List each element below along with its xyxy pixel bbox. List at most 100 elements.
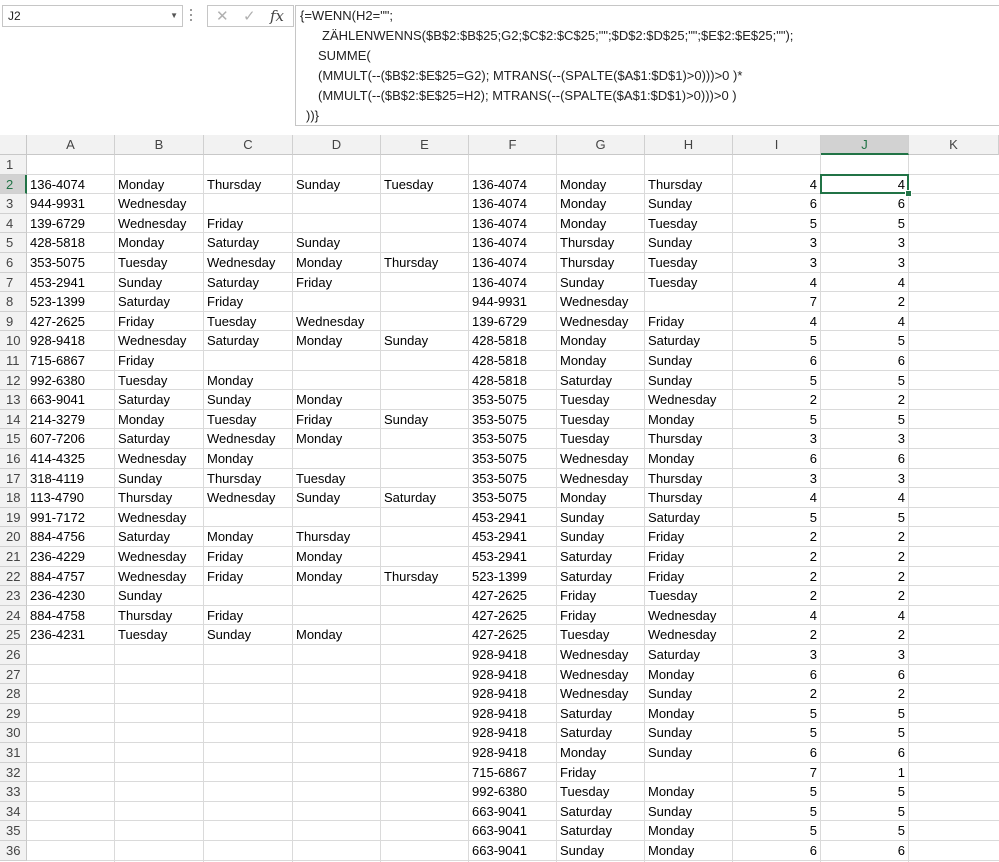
cell-f19[interactable]: 453-2941	[472, 508, 527, 528]
cell-i13[interactable]: 2	[733, 390, 817, 410]
cell-h22[interactable]: Friday	[648, 567, 684, 587]
row-header-13[interactable]: 13	[0, 390, 27, 410]
cell-g28[interactable]: Wednesday	[560, 684, 628, 704]
column-header-i[interactable]: I	[733, 135, 821, 155]
cell-a18[interactable]: 113-4790	[30, 488, 84, 508]
row-header-1[interactable]: 1	[0, 155, 27, 175]
cell-g36[interactable]: Sunday	[560, 841, 604, 861]
column-header-c[interactable]: C	[204, 135, 293, 155]
cell-f26[interactable]: 928-9418	[472, 645, 527, 665]
cell-j35[interactable]: 5	[821, 821, 905, 841]
cell-d21[interactable]: Monday	[296, 547, 342, 567]
cell-i17[interactable]: 3	[733, 469, 817, 489]
cell-d20[interactable]: Thursday	[296, 527, 350, 547]
cell-j32[interactable]: 1	[821, 763, 905, 783]
column-header-e[interactable]: E	[381, 135, 469, 155]
cell-h5[interactable]: Sunday	[648, 233, 692, 253]
cell-j34[interactable]: 5	[821, 802, 905, 822]
cell-j14[interactable]: 5	[821, 410, 905, 430]
row-header-15[interactable]: 15	[0, 429, 27, 449]
cell-e22[interactable]: Thursday	[384, 567, 438, 587]
cell-h19[interactable]: Saturday	[648, 508, 700, 528]
cell-h26[interactable]: Saturday	[648, 645, 700, 665]
cell-b13[interactable]: Saturday	[118, 390, 170, 410]
cell-g3[interactable]: Monday	[560, 194, 606, 214]
row-header-14[interactable]: 14	[0, 409, 27, 430]
cell-f12[interactable]: 428-5818	[472, 371, 527, 391]
formula-input[interactable]: {=WENN(H2=""; ZÄHLENWENNS($B$2:$B$25;G2;…	[295, 5, 999, 126]
cell-c8[interactable]: Friday	[207, 292, 243, 312]
row-header-36[interactable]: 36	[0, 841, 27, 861]
row-header-22[interactable]: 22	[0, 566, 27, 587]
column-header-a[interactable]: A	[27, 135, 115, 155]
cell-h13[interactable]: Wednesday	[648, 390, 716, 410]
cell-d25[interactable]: Monday	[296, 625, 342, 645]
cell-a5[interactable]: 428-5818	[30, 233, 85, 253]
column-header-b[interactable]: B	[115, 135, 204, 155]
cancel-x-icon[interactable]: ✕	[216, 7, 229, 25]
cell-h14[interactable]: Monday	[648, 410, 694, 430]
cell-g9[interactable]: Wednesday	[560, 312, 628, 332]
cell-g8[interactable]: Wednesday	[560, 292, 628, 312]
cell-f4[interactable]: 136-4074	[472, 214, 527, 234]
cell-a10[interactable]: 928-9418	[30, 331, 85, 351]
cell-f18[interactable]: 353-5075	[472, 488, 527, 508]
cell-g17[interactable]: Wednesday	[560, 469, 628, 489]
cell-c25[interactable]: Sunday	[207, 625, 251, 645]
cell-c12[interactable]: Monday	[207, 371, 253, 391]
cell-j6[interactable]: 3	[821, 253, 905, 273]
row-header-24[interactable]: 24	[0, 605, 27, 626]
cell-g14[interactable]: Tuesday	[560, 410, 609, 430]
row-header-35[interactable]: 35	[0, 821, 27, 841]
cell-g34[interactable]: Saturday	[560, 802, 612, 822]
cell-h15[interactable]: Thursday	[648, 429, 702, 449]
cell-b2[interactable]: Monday	[118, 175, 164, 195]
cell-b7[interactable]: Sunday	[118, 273, 162, 293]
cell-c15[interactable]: Wednesday	[207, 429, 275, 449]
cell-g13[interactable]: Tuesday	[560, 390, 609, 410]
cell-f10[interactable]: 428-5818	[472, 331, 527, 351]
cell-f21[interactable]: 453-2941	[472, 547, 527, 567]
cell-a17[interactable]: 318-4119	[30, 469, 84, 489]
worksheet-grid[interactable]: A B C D E F G H I J K 1 2 136-4074 Monday Thursday Sunda…	[0, 135, 999, 862]
cell-h33[interactable]: Monday	[648, 782, 694, 802]
cell-f16[interactable]: 353-5075	[472, 449, 527, 469]
cell-j27[interactable]: 6	[821, 665, 905, 685]
cell-h35[interactable]: Monday	[648, 821, 694, 841]
cell-h7[interactable]: Tuesday	[648, 273, 697, 293]
cell-b18[interactable]: Thursday	[118, 488, 172, 508]
cell-j13[interactable]: 2	[821, 390, 905, 410]
cell-g10[interactable]: Monday	[560, 331, 606, 351]
cell-f29[interactable]: 928-9418	[472, 704, 527, 724]
cell-b11[interactable]: Friday	[118, 351, 154, 371]
cell-i10[interactable]: 5	[733, 331, 817, 351]
cell-j25[interactable]: 2	[821, 625, 905, 645]
cell-g18[interactable]: Monday	[560, 488, 606, 508]
cell-b9[interactable]: Friday	[118, 312, 154, 332]
cell-j21[interactable]: 2	[821, 547, 905, 567]
cell-c17[interactable]: Thursday	[207, 469, 261, 489]
cell-g7[interactable]: Sunday	[560, 273, 604, 293]
cell-f6[interactable]: 136-4074	[472, 253, 527, 273]
cell-g2[interactable]: Monday	[560, 175, 606, 195]
cell-j12[interactable]: 5	[821, 371, 905, 391]
cell-f9[interactable]: 139-6729	[472, 312, 527, 332]
grip-dots-icon[interactable]	[190, 9, 193, 23]
cell-i36[interactable]: 6	[733, 841, 817, 861]
cell-j5[interactable]: 3	[821, 233, 905, 253]
row-header-16[interactable]: 16	[0, 449, 27, 469]
cell-c20[interactable]: Monday	[207, 527, 253, 547]
cell-g12[interactable]: Saturday	[560, 371, 612, 391]
cell-b10[interactable]: Wednesday	[118, 331, 186, 351]
cell-f32[interactable]: 715-6867	[472, 763, 527, 783]
name-box[interactable]: J2 ▼	[2, 5, 183, 27]
cell-g21[interactable]: Saturday	[560, 547, 612, 567]
chevron-down-icon[interactable]: ▼	[170, 11, 178, 20]
cell-j11[interactable]: 6	[821, 351, 905, 371]
cell-h24[interactable]: Wednesday	[648, 606, 716, 626]
cell-i35[interactable]: 5	[733, 821, 817, 841]
cell-a20[interactable]: 884-4756	[30, 527, 85, 547]
cell-i12[interactable]: 5	[733, 371, 817, 391]
cell-j7[interactable]: 4	[821, 273, 905, 293]
cell-i25[interactable]: 2	[733, 625, 817, 645]
